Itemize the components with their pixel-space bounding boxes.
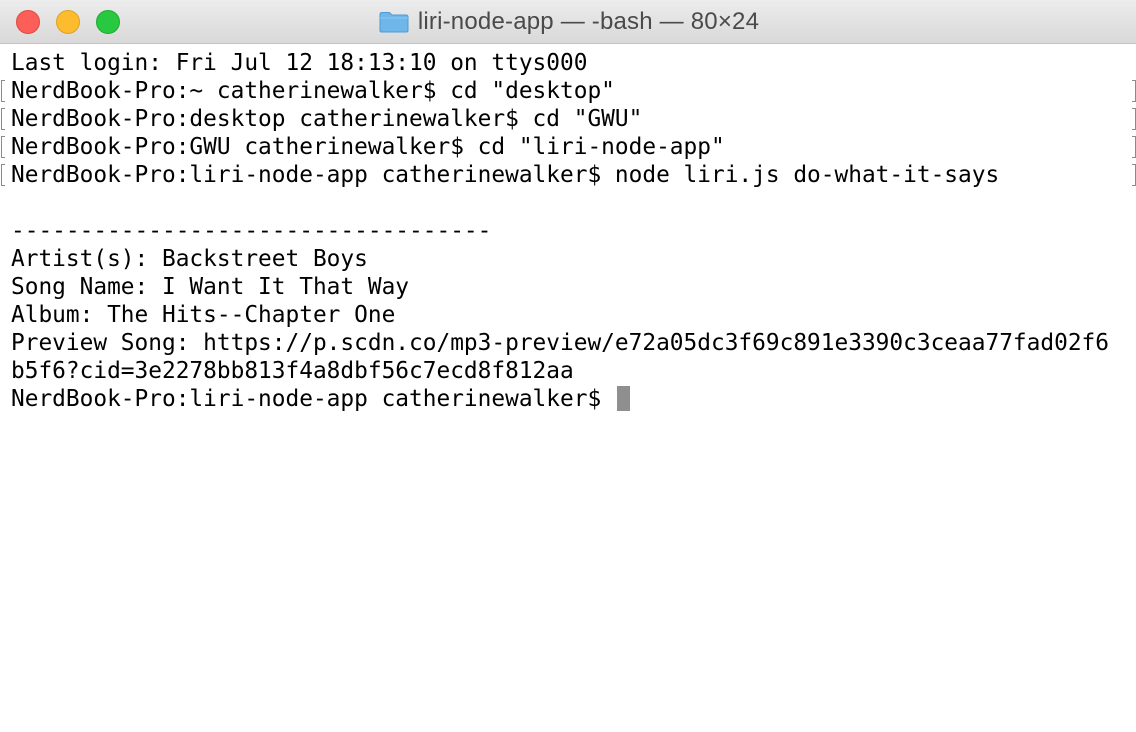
- terminal-window: liri-node-app — -bash — 80×24 Last login…: [0, 0, 1136, 732]
- terminal-line: Album: The Hits--Chapter One: [11, 302, 396, 328]
- terminal-line: -----------------------------------: [11, 218, 492, 244]
- mark-bracket-left: [1, 136, 5, 158]
- window-title-text: liri-node-app — -bash — 80×24: [417, 8, 760, 35]
- mark-bracket-left: [1, 80, 5, 102]
- terminal-line: Preview Song: https://p.scdn.co/mp3-prev…: [11, 330, 1109, 356]
- terminal-line: NerdBook-Pro:liri-node-app catherinewalk…: [11, 162, 1000, 188]
- terminal-prompt: NerdBook-Pro:liri-node-app catherinewalk…: [11, 386, 615, 412]
- terminal-line: Last login: Fri Jul 12 18:13:10 on ttys0…: [11, 50, 588, 76]
- terminal-line: NerdBook-Pro:GWU catherinewalker$ cd "li…: [11, 134, 725, 160]
- title-bar[interactable]: liri-node-app — -bash — 80×24: [0, 0, 1136, 44]
- terminal-line: NerdBook-Pro:~ catherinewalker$ cd "desk…: [11, 78, 615, 104]
- terminal-output[interactable]: Last login: Fri Jul 12 18:13:10 on ttys0…: [0, 45, 1136, 732]
- mark-bracket-right: [1132, 80, 1136, 102]
- terminal-line: b5f6?cid=3e2278bb813f4a8dbf56c7ecd8f812a…: [11, 358, 574, 384]
- terminal-line: Song Name: I Want It That Way: [11, 274, 410, 300]
- text-cursor: [616, 386, 630, 411]
- window-title: liri-node-app — -bash — 80×24: [0, 0, 1136, 44]
- folder-icon: [379, 12, 409, 33]
- terminal-line: Artist(s): Backstreet Boys: [11, 246, 368, 272]
- mark-bracket-right: [1132, 108, 1136, 130]
- mark-bracket-left: [1, 164, 5, 186]
- mark-bracket-left: [1, 108, 5, 130]
- terminal-line: NerdBook-Pro:desktop catherinewalker$ cd…: [11, 106, 643, 132]
- mark-bracket-right: [1132, 136, 1136, 158]
- mark-bracket-right: [1132, 164, 1136, 186]
